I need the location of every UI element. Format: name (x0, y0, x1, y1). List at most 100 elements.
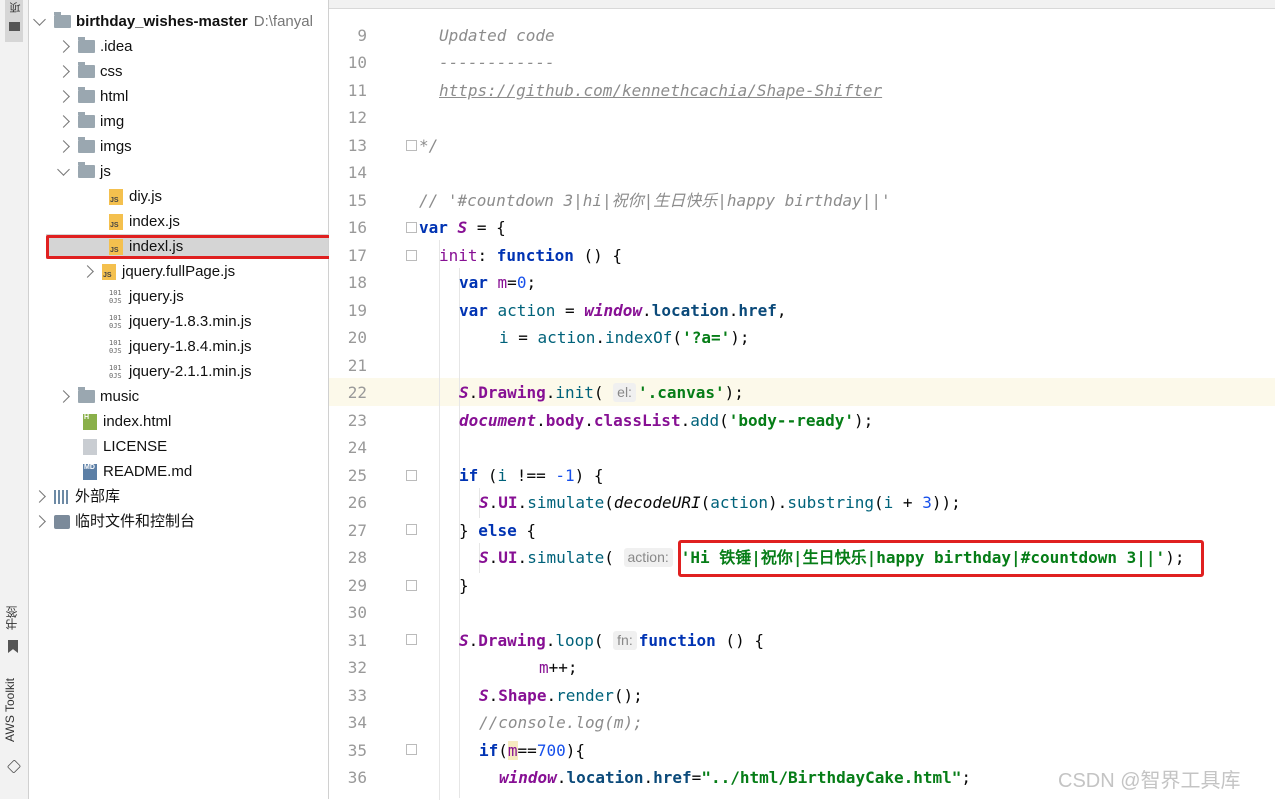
code-line: 17 init: function () { (329, 242, 1275, 269)
line-number: 20 (347, 328, 367, 347)
chevron-down-icon[interactable] (33, 13, 46, 26)
js-file-icon: JS (102, 263, 116, 280)
tree-item[interactable]: LICENSE (83, 434, 167, 459)
tree-item[interactable]: JS diy.js (109, 184, 162, 209)
code-line: 13 */ (329, 132, 1275, 159)
code-text: } (459, 576, 469, 595)
project-tree: birthday_wishes-master D:\fanyal .idea c… (29, 0, 329, 799)
line-number: 10 (347, 53, 367, 72)
code-text: } else { (459, 521, 537, 540)
chevron-right-icon[interactable] (57, 140, 70, 153)
aws-toolkit-label[interactable]: AWS Toolkit (3, 678, 17, 742)
folder-icon (78, 387, 95, 403)
code-line: 16 var S = { (329, 214, 1275, 241)
chevron-right-icon[interactable] (81, 265, 94, 278)
line-number: 15 (347, 191, 367, 210)
code-text: init: function () { (439, 246, 623, 265)
tree-item[interactable]: .idea (57, 34, 133, 59)
line-number: 17 (347, 246, 367, 265)
tree-item[interactable]: 101 0JS jquery-1.8.3.min.js (109, 309, 252, 334)
tree-item[interactable]: imgs (57, 134, 132, 159)
tree-item-label: diy.js (129, 188, 163, 205)
code-text: ------------ (439, 53, 555, 72)
tree-item-label: index.html (103, 413, 172, 430)
line-number: 32 (347, 658, 367, 677)
code-line-current: 22 S.Drawing.init( el: '.canvas'); (329, 379, 1275, 406)
chevron-right-icon[interactable] (57, 90, 70, 103)
folder-icon (78, 37, 95, 53)
code-text: */ (419, 136, 439, 155)
line-number: 31 (347, 631, 367, 650)
code-link[interactable]: https://github.com/kennethcachia/Shape-S… (439, 77, 882, 104)
code-line: 30 (329, 599, 1275, 626)
tree-item[interactable]: 101 0JS jquery.js (109, 284, 184, 309)
binary-js-icon: 101 0JS (109, 313, 122, 330)
code-line: 24 (329, 434, 1275, 461)
line-number: 27 (347, 521, 367, 540)
chevron-right-icon[interactable] (57, 65, 70, 78)
tree-item[interactable]: 外部库 (33, 484, 121, 509)
code-line: 9 Updated code (329, 22, 1275, 49)
code-line: 15 // '#countdown 3|hi|祝你|生日快乐|happy birt… (329, 187, 1275, 214)
tree-item-label: music (100, 388, 140, 405)
code-line: 23 document.body.classList.add('body--rea… (329, 407, 1275, 434)
line-number: 36 (347, 768, 367, 787)
project-root-path: D:\fanyal (253, 13, 313, 30)
tree-item[interactable]: html (57, 84, 128, 109)
chevron-right-icon[interactable] (57, 40, 70, 53)
code-line: 26 S.UI.simulate(decodeURI(action).substr… (329, 489, 1275, 516)
tree-item[interactable]: 101 0JS jquery-1.8.4.min.js (109, 334, 252, 359)
code-line: 34 //console.log(m); (329, 709, 1275, 736)
bookmark-icon[interactable] (8, 640, 18, 653)
tree-item-label: 外部库 (75, 488, 121, 505)
code-line: 18 var m=0; (329, 269, 1275, 296)
tree-item[interactable]: Hindex.html (83, 409, 171, 434)
code-text: S.Drawing.loop( fn: function () { (459, 631, 764, 650)
tree-item[interactable]: JS index.js (109, 209, 180, 234)
tree-item-label: .idea (100, 38, 133, 55)
line-number: 29 (347, 576, 367, 595)
code-text: var S = { (419, 218, 506, 237)
chevron-down-icon[interactable] (57, 163, 70, 176)
tree-item[interactable]: JS jquery.fullPage.js (81, 259, 236, 284)
tree-item[interactable]: MD README.md (83, 459, 192, 484)
line-number: 33 (347, 686, 367, 705)
param-hint: el: (613, 383, 636, 402)
tree-item-label: jquery-1.8.3.min.js (129, 313, 252, 330)
project-tool-window-button[interactable]: 项 (5, 0, 23, 42)
tree-item[interactable]: 临时文件和控制台 (33, 509, 195, 534)
line-number: 30 (347, 603, 367, 622)
left-tool-strip: 项 书签 AWS Toolkit (0, 0, 29, 799)
chevron-right-icon[interactable] (57, 115, 70, 128)
editor-tab-strip (329, 0, 1275, 9)
tree-root-row[interactable]: birthday_wishes-master D:\fanyal (33, 9, 313, 34)
line-number: 23 (347, 411, 367, 430)
tree-item-label: jquery.fullPage.js (122, 263, 236, 280)
tree-item-label: index.js (129, 213, 180, 230)
bookmarks-label[interactable]: 书签 (3, 606, 20, 630)
markdown-file-icon: MD (83, 463, 97, 480)
tree-item[interactable]: img (57, 109, 124, 134)
line-number: 26 (347, 493, 367, 512)
chevron-right-icon[interactable] (33, 490, 46, 503)
code-text: Updated code (439, 26, 555, 45)
code-text: window.location.href="../html/BirthdayCa… (499, 768, 972, 787)
code-editor[interactable]: 9 Updated code 10 ------------ 11 https://g… (329, 0, 1275, 800)
code-line: 19 var action = window.location.href, (329, 297, 1275, 324)
line-number: 9 (357, 26, 367, 45)
param-hint: fn: (613, 631, 637, 650)
text-file-icon (83, 438, 97, 455)
chevron-right-icon[interactable] (33, 515, 46, 528)
tree-item[interactable]: music (57, 384, 140, 409)
aws-cube-icon[interactable] (6, 759, 22, 774)
folder-icon (78, 137, 95, 153)
tree-item[interactable]: js (57, 159, 111, 184)
line-number: 35 (347, 741, 367, 760)
annotation-box-file (46, 235, 358, 259)
chevron-right-icon[interactable] (57, 390, 70, 403)
line-number: 14 (347, 163, 367, 182)
tree-item[interactable]: 101 0JS jquery-2.1.1.min.js (109, 359, 252, 384)
tree-item[interactable]: css (57, 59, 123, 84)
folder-icon (78, 162, 95, 178)
tree-item-label: jquery-2.1.1.min.js (129, 363, 252, 380)
